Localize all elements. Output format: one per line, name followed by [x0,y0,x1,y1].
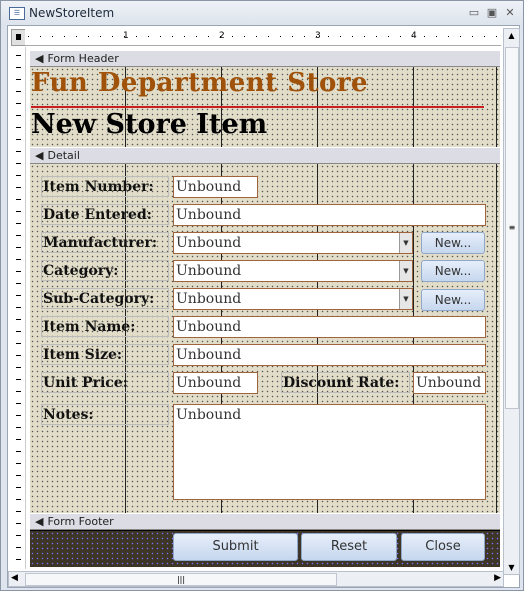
item-size-label: Item Size: [41,344,169,365]
new-sub-category-button[interactable]: New... [421,289,485,311]
section-arrow-icon: ◀ [35,149,44,162]
submit-button[interactable]: Submit [173,533,298,561]
sub-category-label: Sub-Category: [41,288,169,309]
section-arrow-icon: ◀ [35,52,44,65]
manufacturer-combo[interactable]: Unbound ▼ [173,232,413,254]
header-divider [31,106,484,108]
form-title-label: New Store Item [31,109,268,140]
close-window-button[interactable]: ✕ [503,6,517,19]
combo-value: Unbound [176,263,242,279]
scroll-down-icon[interactable]: ▼ [504,563,519,572]
horizontal-scroll-thumb[interactable]: ||| [25,573,337,586]
form-icon: ☰ [9,7,25,20]
item-name-field[interactable]: Unbound [173,316,486,338]
combo-value: Unbound [176,291,242,307]
window: ☰ NewStoreItem ▭ ▣ ✕ 1 2 3 4 ◀Form Heade… [0,0,524,591]
dropdown-arrow-icon[interactable]: ▼ [399,233,412,253]
horizontal-ruler: 1 2 3 4 [25,29,501,46]
discount-rate-label: Discount Rate: [281,372,410,393]
title-bar: ☰ NewStoreItem ▭ ▣ ✕ [1,1,523,26]
vertical-scroll-thumb[interactable]: ≡ [505,47,519,409]
form-header-band[interactable]: ◀ Form Header [30,51,500,67]
minimize-button[interactable]: ▭ [467,6,481,19]
category-combo[interactable]: Unbound ▼ [173,260,413,282]
band-label: Form Header [47,52,119,65]
form-selector[interactable] [11,29,26,46]
store-name-label: Fun Department Store [31,68,369,98]
scroll-right-icon[interactable]: ▶ [494,573,501,583]
discount-rate-field[interactable]: Unbound [413,372,486,394]
dropdown-arrow-icon[interactable]: ▼ [399,261,412,281]
date-entered-label: Date Entered: [41,204,169,225]
vertical-scrollbar[interactable]: ▲ ≡ ▼ [503,28,520,575]
notes-label: Notes: [41,404,169,425]
section-arrow-icon: ◀ [35,515,44,528]
category-label: Category: [41,260,169,281]
notes-field[interactable]: Unbound [173,404,486,500]
detail-band[interactable]: ◀ Detail [30,148,500,164]
item-name-label: Item Name: [41,316,169,337]
new-category-button[interactable]: New... [421,260,485,282]
window-title: NewStoreItem [29,6,115,20]
manufacturer-label: Manufacturer: [41,232,169,253]
close-button[interactable]: Close [401,533,485,561]
item-number-field[interactable]: Unbound [173,176,258,198]
date-entered-field[interactable]: Unbound [173,204,486,226]
sub-category-combo[interactable]: Unbound ▼ [173,288,413,310]
reset-button[interactable]: Reset [301,533,397,561]
horizontal-scrollbar[interactable]: ◀ ||| ▶ [8,571,504,587]
scroll-up-icon[interactable]: ▲ [504,31,519,40]
band-label: Form Footer [47,515,114,528]
form-header-section: Fun Department Store New Store Item [30,67,500,147]
dropdown-arrow-icon[interactable]: ▼ [399,289,412,309]
unit-price-field[interactable]: Unbound [173,372,258,394]
combo-value: Unbound [176,235,242,251]
unit-price-label: Unit Price: [41,372,169,393]
scroll-left-icon[interactable]: ◀ [11,573,18,583]
band-label: Detail [47,149,80,162]
new-manufacturer-button[interactable]: New... [421,232,485,254]
restore-button[interactable]: ▣ [485,6,499,19]
form-footer-band[interactable]: ◀ Form Footer [30,514,500,530]
item-size-field[interactable]: Unbound [173,344,486,366]
item-number-label: Item Number: [41,176,169,197]
